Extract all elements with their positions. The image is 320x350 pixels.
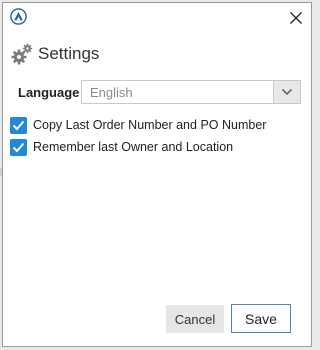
language-dropdown-button[interactable] [273, 81, 300, 103]
settings-dialog: Settings Language English Copy Last Orde… [2, 2, 312, 347]
dialog-header: Settings [10, 41, 99, 67]
checkmark-icon [12, 120, 25, 130]
language-row: Language English [18, 79, 303, 105]
cancel-button[interactable]: Cancel [166, 305, 224, 333]
checkbox-copy-last-order[interactable] [10, 116, 27, 134]
option-copy-last-order[interactable]: Copy Last Order Number and PO Number [10, 116, 266, 134]
gear-icon [11, 43, 33, 65]
language-label: Language [18, 84, 80, 100]
option-label: Remember last Owner and Location [33, 140, 234, 154]
checkmark-icon [12, 142, 25, 152]
chevron-down-icon [281, 88, 293, 96]
language-select[interactable]: English [81, 80, 301, 104]
save-button[interactable]: Save [231, 304, 291, 333]
close-icon[interactable] [287, 9, 305, 27]
app-logo-icon [10, 8, 27, 25]
option-label: Copy Last Order Number and PO Number [33, 118, 267, 132]
language-selected-value: English [90, 85, 133, 100]
dialog-title: Settings [38, 44, 100, 63]
option-remember-owner-location[interactable]: Remember last Owner and Location [10, 138, 233, 156]
checkbox-remember-owner-location[interactable] [10, 138, 27, 156]
title-bar [3, 3, 311, 33]
